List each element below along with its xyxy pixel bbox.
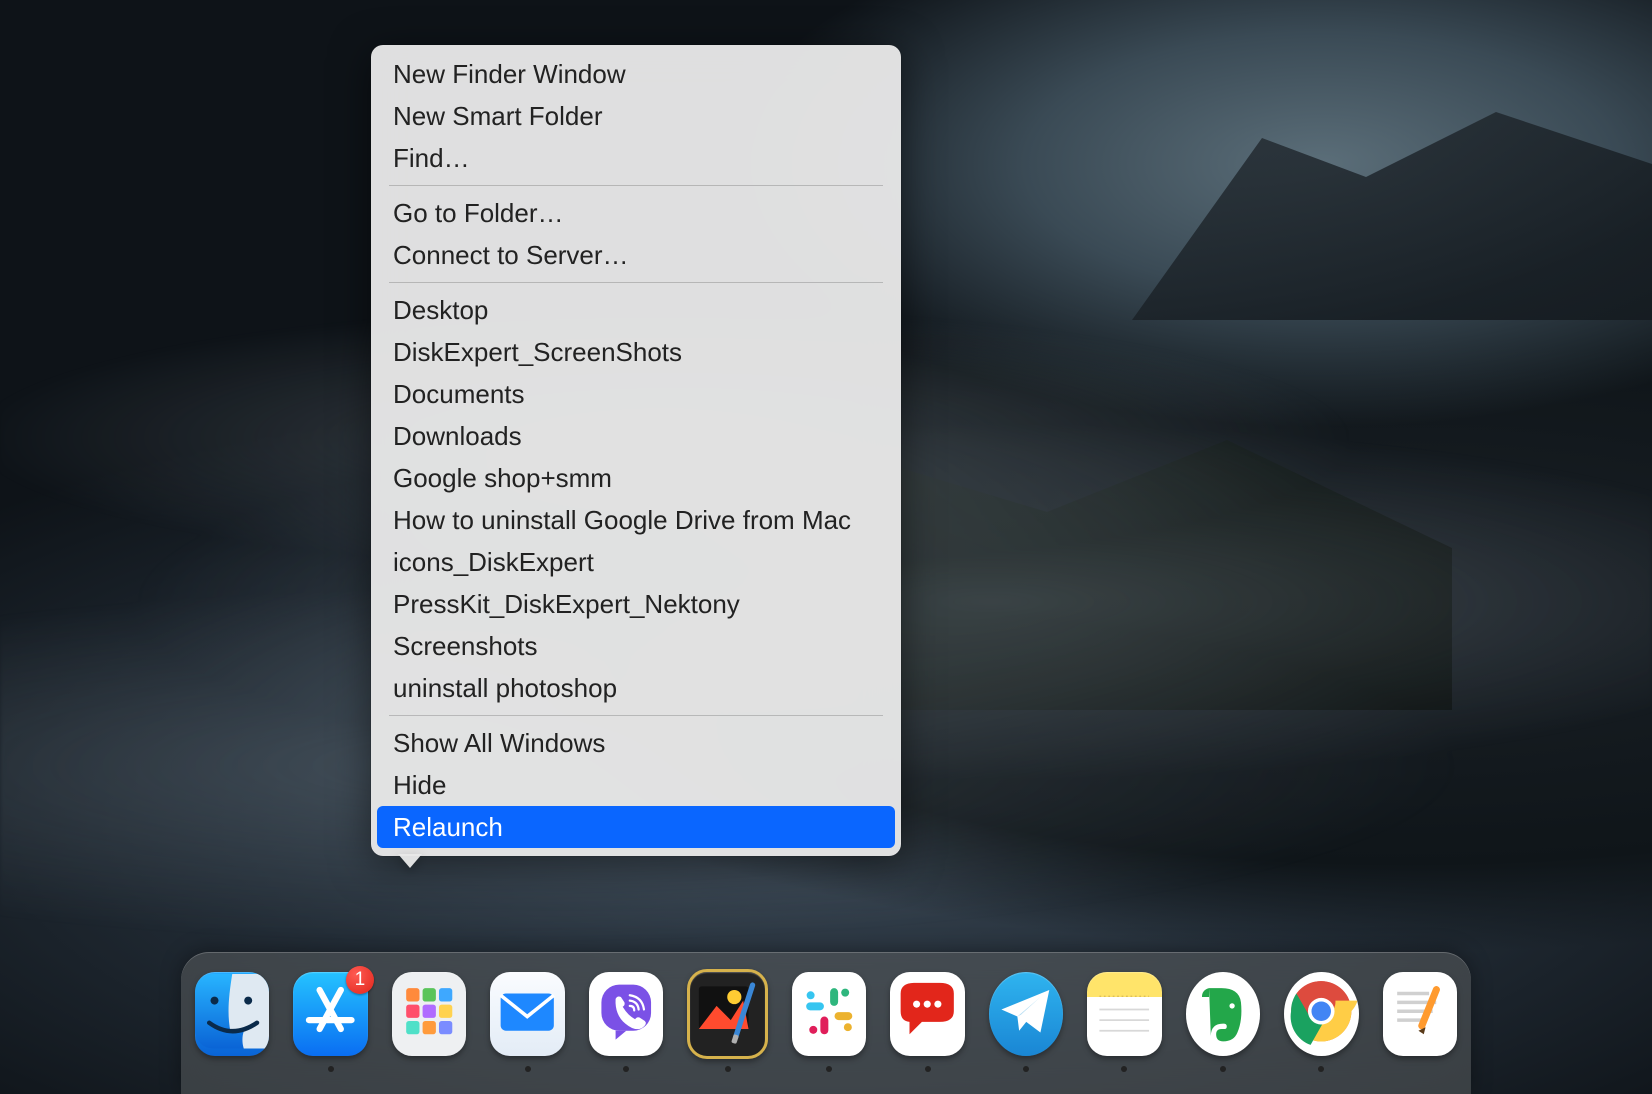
running-indicator — [328, 1066, 334, 1072]
running-indicator — [623, 1066, 629, 1072]
running-indicator — [1121, 1066, 1127, 1072]
running-indicator — [826, 1066, 832, 1072]
running-indicator — [525, 1066, 531, 1072]
menu-item-folder-documents[interactable]: Documents — [371, 373, 901, 415]
dock-app-evernote[interactable] — [1186, 972, 1260, 1056]
menu-item-folder-icons-de[interactable]: icons_DiskExpert — [371, 541, 901, 583]
chrome-icon — [1284, 974, 1358, 1053]
mail-icon — [490, 974, 564, 1053]
menu-item-find[interactable]: Find… — [371, 137, 901, 179]
menu-item-new-finder-window[interactable]: New Finder Window — [371, 53, 901, 95]
menu-item-show-all-windows[interactable]: Show All Windows — [371, 722, 901, 764]
menu-item-go-to-folder[interactable]: Go to Folder… — [371, 192, 901, 234]
menu-item-new-smart-folder[interactable]: New Smart Folder — [371, 95, 901, 137]
menu-separator — [389, 282, 883, 283]
pixelmator-icon — [690, 974, 764, 1053]
dock-app-viber[interactable] — [589, 972, 663, 1056]
dock-app-pages[interactable] — [1383, 972, 1457, 1056]
menu-item-connect-to-server[interactable]: Connect to Server… — [371, 234, 901, 276]
appstore-badge: 1 — [346, 966, 374, 994]
running-indicator — [1023, 1066, 1029, 1072]
menu-item-folder-downloads[interactable]: Downloads — [371, 415, 901, 457]
menu-item-relaunch[interactable]: Relaunch — [377, 806, 895, 848]
dock-app-pixelmator[interactable] — [687, 969, 767, 1059]
launchpad-icon — [392, 974, 466, 1053]
chat-bubble-icon — [890, 974, 964, 1053]
notes-icon — [1087, 974, 1161, 1053]
viber-icon — [589, 974, 663, 1053]
pages-icon — [1383, 974, 1457, 1053]
slack-icon — [792, 974, 866, 1053]
dock-app-chrome[interactable] — [1284, 972, 1358, 1056]
menu-item-folder-diskexpert-ss[interactable]: DiskExpert_ScreenShots — [371, 331, 901, 373]
running-indicator — [1220, 1066, 1226, 1072]
dock-app-mail[interactable] — [490, 972, 564, 1056]
running-indicator — [725, 1066, 731, 1072]
menu-item-folder-screenshots[interactable]: Screenshots — [371, 625, 901, 667]
dock: 1 — [181, 952, 1471, 1094]
dock-app-telegram[interactable] — [989, 972, 1063, 1056]
dock-app-finder[interactable] — [195, 972, 269, 1056]
menu-item-folder-uninstall-gd[interactable]: How to uninstall Google Drive from Mac — [371, 499, 901, 541]
menu-item-folder-uninstall-ps[interactable]: uninstall photoshop — [371, 667, 901, 709]
telegram-icon — [989, 974, 1063, 1053]
menu-item-hide[interactable]: Hide — [371, 764, 901, 806]
menu-item-folder-presskit[interactable]: PressKit_DiskExpert_Nektony — [371, 583, 901, 625]
menu-separator — [389, 715, 883, 716]
dock-app-launchpad[interactable] — [392, 972, 466, 1056]
menu-item-folder-desktop[interactable]: Desktop — [371, 289, 901, 331]
evernote-icon — [1186, 974, 1260, 1053]
dock-app-appstore[interactable]: 1 — [293, 972, 367, 1056]
menu-item-folder-google-shop[interactable]: Google shop+smm — [371, 457, 901, 499]
running-indicator — [925, 1066, 931, 1072]
finder-context-menu: New Finder Window New Smart Folder Find…… — [371, 45, 901, 856]
running-indicator — [1318, 1066, 1324, 1072]
finder-icon — [195, 974, 269, 1053]
dock-app-slack[interactable] — [792, 972, 866, 1056]
dock-app-chat[interactable] — [890, 972, 964, 1056]
menu-separator — [389, 185, 883, 186]
dock-app-notes[interactable] — [1087, 972, 1161, 1056]
